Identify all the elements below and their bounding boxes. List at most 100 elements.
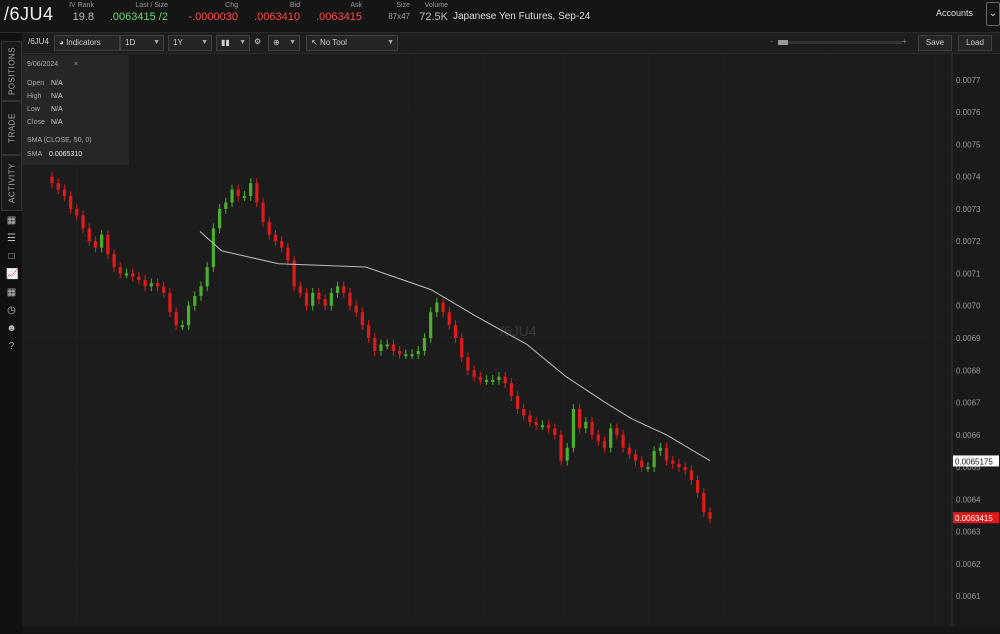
candle-body [75, 208, 79, 216]
candle-body [199, 286, 203, 297]
accounts-menu[interactable]: Accounts [936, 8, 973, 18]
candle-body [286, 247, 290, 261]
clock-icon[interactable]: ◷ [6, 305, 17, 316]
high-value: N/A [51, 93, 63, 100]
chart-symbol[interactable]: /6JU4 [24, 35, 56, 49]
candle-body [155, 283, 160, 287]
candle-body [348, 292, 352, 306]
help-icon[interactable]: ? [6, 341, 17, 352]
indicators-button[interactable]: ◕ Indicators [54, 35, 120, 51]
tab-trade[interactable]: TRADE [1, 101, 22, 155]
candle-body [224, 202, 228, 209]
candle-body [435, 302, 439, 313]
quote-value: .0063415 [316, 11, 362, 23]
y-tick-label: 0.0067 [956, 399, 981, 408]
candle-body [149, 283, 153, 287]
zoom-in-button[interactable]: + [902, 37, 907, 46]
tiles-icon[interactable]: ▦ [6, 287, 17, 298]
gear-icon[interactable]: ⚙ [250, 35, 264, 49]
quote-volume: Volume 72.5K [414, 1, 448, 24]
candlestick-chart[interactable]: 0.0077 0.0076 0.0075 0.0074 0.0073 0.0072 0.00… [22, 54, 1000, 634]
tab-label: ACTIVITY [7, 162, 16, 204]
sma-title: SMA (CLOSE, 50, 0) [27, 137, 92, 144]
y-tick-label: 0.0071 [956, 269, 981, 278]
candle-body [118, 267, 122, 274]
open-label: Open [27, 80, 45, 87]
symbol-title[interactable]: /6JU4 [4, 4, 54, 25]
candle-body [664, 447, 669, 461]
grid-icon[interactable]: ▦ [6, 215, 17, 226]
candle-body [578, 409, 582, 429]
candle-body [646, 467, 650, 470]
y-tick-label: 0.0069 [956, 334, 981, 343]
candle-body [416, 350, 420, 355]
caret-down-icon[interactable]: ⌄ [986, 2, 1000, 26]
candle-body [410, 354, 414, 357]
quote-label: Volume [424, 2, 448, 9]
candle-body [404, 354, 408, 357]
candle-body [553, 428, 557, 435]
sma-line [199, 231, 711, 462]
save-button[interactable]: Save [918, 35, 952, 51]
tool-value: No Tool [319, 38, 347, 47]
y-tick-label: 0.0062 [956, 560, 981, 569]
instrument-description: Japanese Yen Futures, Sep-24 [453, 11, 591, 22]
candle-body [87, 228, 91, 242]
candle-body [627, 447, 631, 455]
zoom-slider[interactable] [778, 40, 902, 45]
aggregation-select[interactable]: 1D ▼ [120, 35, 164, 51]
quote-value: 19.8 [72, 11, 94, 23]
users-icon[interactable]: ☻ [6, 323, 17, 334]
candle-body [323, 299, 327, 306]
chart-style-select[interactable]: ▮▮ ▼ [216, 35, 250, 51]
drawing-tool-select[interactable]: ↖ No Tool ▼ [306, 35, 398, 51]
candle-body [242, 196, 247, 198]
crosshair-select[interactable]: ⊕ ▼ [268, 35, 300, 51]
candle-body [205, 267, 209, 287]
candle-body [273, 234, 278, 242]
candlestick-icon: ▮▮ [221, 38, 230, 47]
candle-body [162, 286, 166, 293]
candle-body [584, 421, 588, 429]
chart-icon[interactable]: 📈 [6, 269, 18, 280]
high-label: High [27, 93, 42, 100]
y-tick-label: 0.0077 [956, 76, 981, 85]
candle-body [304, 292, 309, 306]
quote-value: 72.5K [419, 11, 448, 23]
quote-label: Size [396, 2, 410, 9]
square-icon[interactable]: □ [6, 251, 17, 262]
low-label: Low [27, 106, 40, 113]
tab-activity[interactable]: ACTIVITY [1, 155, 22, 211]
candle-body [236, 189, 240, 196]
info-date: 9/06/2024 [27, 61, 59, 68]
caret-down-icon: ▼ [201, 39, 208, 46]
open-value: N/A [51, 80, 63, 87]
candle-body [422, 338, 427, 351]
candle-body [689, 470, 693, 480]
load-button[interactable]: Load [958, 35, 992, 51]
candle-body [528, 415, 532, 422]
close-icon[interactable]: × [74, 61, 78, 68]
quote-label: Last / Size [135, 2, 168, 9]
y-tick-label: 0.0061 [956, 592, 981, 601]
price-chart[interactable]: 0.0077 0.0076 0.0075 0.0074 0.0073 0.0072 0.00… [22, 54, 1000, 634]
tab-label: POSITIONS [7, 46, 16, 96]
candle-body [466, 357, 470, 371]
candle-body [137, 276, 141, 280]
list-icon[interactable]: ☰ [6, 233, 17, 244]
tab-positions[interactable]: POSITIONS [1, 41, 22, 101]
y-tick-label: 0.0072 [956, 237, 981, 246]
candle-body [695, 480, 700, 493]
candle-body [652, 450, 656, 468]
candle-body [658, 447, 662, 451]
zoom-out-button[interactable]: - [770, 37, 773, 46]
y-tick-label: 0.0063 [956, 528, 981, 537]
low-value: N/A [51, 106, 63, 113]
tab-label: TRADE [7, 113, 16, 143]
candle-body [56, 183, 60, 190]
left-sidebar: POSITIONS TRADE ACTIVITY ▦ ☰ □ 📈 ▦ ◷ ☻ ? [0, 33, 23, 634]
candle-body [385, 344, 389, 347]
range-select[interactable]: 1Y ▼ [168, 35, 212, 51]
candle-body [174, 312, 178, 326]
zoom-slider-thumb[interactable] [778, 40, 788, 45]
